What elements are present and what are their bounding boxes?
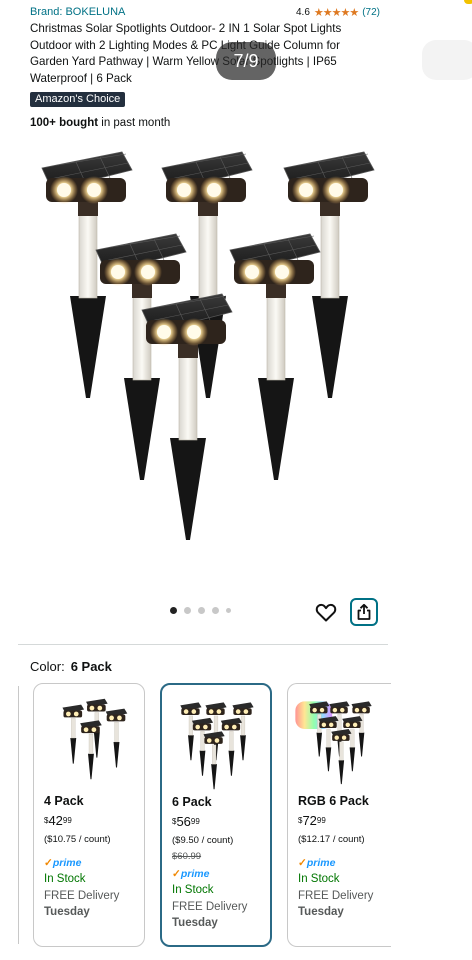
product-header: Brand: BOKELUNA 4.6 ★★★★★ (72) Christmas… xyxy=(30,4,380,129)
prime-badge: ✓prime xyxy=(172,868,210,880)
color-selector-label: Color: 6 Pack xyxy=(30,659,112,674)
gallery-dot[interactable] xyxy=(212,607,219,614)
gallery-dot[interactable] xyxy=(170,607,177,614)
variant-delivery: FREE Delivery xyxy=(298,890,374,902)
variant-stock: In Stock xyxy=(298,873,340,885)
brand-rating-row: Brand: BOKELUNA 4.6 ★★★★★ (72) xyxy=(30,4,380,20)
variant-info: 4 Pack $4299 ($10.75 / count) ✓prime In … xyxy=(44,794,140,918)
variant-delivery-day: Tuesday xyxy=(172,917,218,929)
bought-count: 100+ bought in past month xyxy=(30,117,380,129)
variant-delivery: FREE Delivery xyxy=(172,901,248,913)
variant-info: RGB 6 Pack $7299 ($12.17 / count) ✓prime… xyxy=(298,794,387,918)
image-counter: 7/9 xyxy=(216,42,276,80)
variant-stock: In Stock xyxy=(44,873,86,885)
gallery-dot[interactable] xyxy=(184,607,191,614)
bought-count-strong: 100+ bought xyxy=(30,116,99,129)
variant-price: $4299 xyxy=(44,813,72,828)
favorite-button[interactable] xyxy=(314,600,338,624)
product-image[interactable] xyxy=(30,138,380,588)
gallery-dots[interactable] xyxy=(170,607,231,614)
lamp-front xyxy=(141,293,233,541)
amazons-choice-badge: Amazon's Choice xyxy=(30,91,126,107)
check-icon: ✓ xyxy=(44,857,53,869)
check-icon: ✓ xyxy=(298,857,307,869)
variant-thumbnail xyxy=(295,700,373,785)
variant-card-6-pack[interactable]: 6 Pack $5699 ($9.50 / count) $60.99 ✓pri… xyxy=(160,683,272,947)
variant-unit-price: ($9.50 / count) xyxy=(172,835,234,846)
lamp-mid-right xyxy=(229,233,321,481)
variant-info: 6 Pack $5699 ($9.50 / count) $60.99 ✓pri… xyxy=(172,795,266,929)
variant-card-rgb-6-pack[interactable]: RGB 6 Pack $7299 ($12.17 / count) ✓prime… xyxy=(287,683,391,947)
decorative-blob xyxy=(464,0,472,4)
variant-name: RGB 6 Pack xyxy=(298,794,369,808)
product-title: Christmas Solar Spotlights Outdoor- 2 IN… xyxy=(30,22,342,86)
variant-stock: In Stock xyxy=(172,884,214,896)
gallery-dot[interactable] xyxy=(226,608,231,613)
variant-list-price: $60.99 xyxy=(172,851,202,862)
variant-unit-price: ($10.75 / count) xyxy=(44,834,111,845)
rating-count[interactable]: (72) xyxy=(362,7,380,18)
previous-card-edge xyxy=(18,686,19,944)
prime-badge: ✓prime xyxy=(44,857,82,869)
check-icon: ✓ xyxy=(172,868,181,880)
brand-link[interactable]: Brand: BOKELUNA xyxy=(30,6,125,18)
prime-badge: ✓prime xyxy=(298,857,336,869)
color-label: Color: xyxy=(30,659,65,674)
variant-delivery: FREE Delivery xyxy=(44,890,120,902)
variant-thumbnail xyxy=(179,701,255,790)
share-button[interactable] xyxy=(350,598,378,626)
rating-summary[interactable]: 4.6 ★★★★★ (72) xyxy=(296,6,380,19)
overlay-button-faded xyxy=(422,40,472,80)
rating-value: 4.6 xyxy=(295,6,310,18)
variant-thumbnail xyxy=(61,698,128,780)
variant-price: $7299 xyxy=(298,813,326,828)
share-icon xyxy=(357,603,371,620)
star-rating-icon: ★★★★★ xyxy=(313,6,359,19)
gallery-dot[interactable] xyxy=(198,607,205,614)
variant-name: 4 Pack xyxy=(44,794,84,808)
variant-delivery-day: Tuesday xyxy=(44,906,90,918)
color-selected-value: 6 Pack xyxy=(70,659,112,674)
variant-unit-price: ($12.17 / count) xyxy=(298,834,365,845)
variant-name: 6 Pack xyxy=(172,795,212,809)
heart-icon xyxy=(315,603,337,622)
variant-card-4-pack[interactable]: 4 Pack $4299 ($10.75 / count) ✓prime In … xyxy=(33,683,145,947)
section-divider xyxy=(18,644,388,645)
variant-price: $5699 xyxy=(172,814,200,829)
bought-count-rest: in past month xyxy=(101,116,171,129)
variant-delivery-day: Tuesday xyxy=(298,906,344,918)
